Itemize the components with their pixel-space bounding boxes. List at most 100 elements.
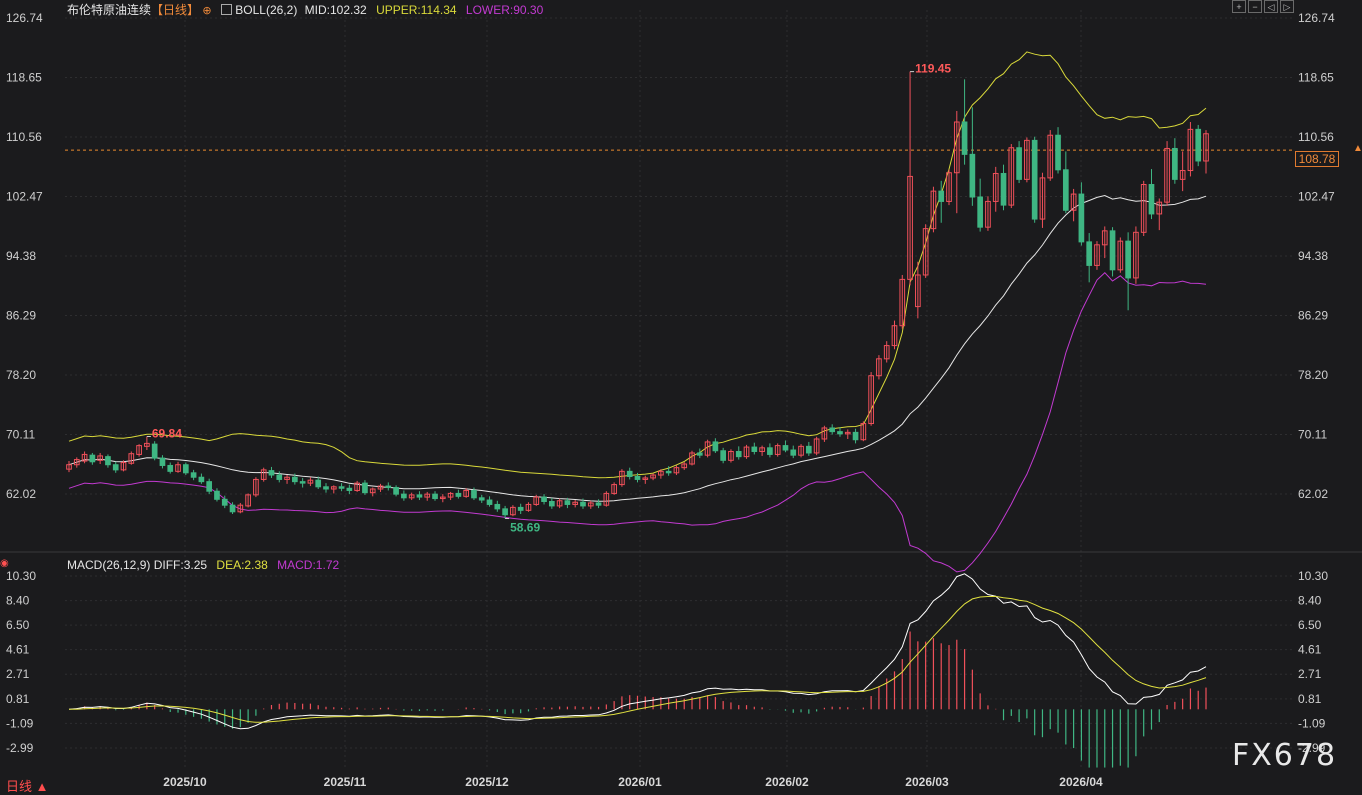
candle-body xyxy=(190,472,197,478)
move-left-icon[interactable]: ◁ xyxy=(1264,0,1278,13)
chart-canvas[interactable]: 126.74 126.74 118.65 118.65 110.56 110.56 102.… xyxy=(0,0,1362,792)
candle-body xyxy=(852,431,859,441)
candle-body xyxy=(206,481,213,492)
candle-body xyxy=(961,121,968,155)
macd-value: MACD:1.72 xyxy=(277,558,340,572)
macd-axis-label-right: 0.81 xyxy=(1298,692,1322,706)
candle-body xyxy=(151,443,158,459)
candle-body xyxy=(159,457,166,466)
candle-body xyxy=(276,474,283,480)
timeframe-selector[interactable]: 日线 ▲ xyxy=(6,776,48,795)
settings-icon[interactable]: ⊕ xyxy=(202,5,211,17)
candle-body xyxy=(696,452,703,456)
macd-axis-label-right: -1.09 xyxy=(1298,716,1326,730)
boll-icon[interactable] xyxy=(220,4,232,15)
macd-label: MACD(26,12,9) xyxy=(67,558,151,572)
candle-body xyxy=(580,501,586,507)
candle-body xyxy=(432,493,438,500)
date-axis-label: 2025/10 xyxy=(163,775,207,789)
candle-body xyxy=(767,447,773,455)
candle-body xyxy=(790,449,797,456)
candle-body xyxy=(268,470,275,476)
macd-axis-label-left: -1.09 xyxy=(6,716,34,730)
price-axis-label-left: 62.02 xyxy=(6,487,36,501)
price-axis-label-right: 70.11 xyxy=(1298,428,1327,442)
price-axis-label-left: 78.20 xyxy=(6,368,36,382)
date-axis-label: 2026/04 xyxy=(1059,775,1103,789)
candle-body xyxy=(1078,193,1085,243)
macd-marker-icon[interactable]: ◉ xyxy=(0,558,9,569)
candle-body xyxy=(494,503,501,510)
annotation-low: 58.69 xyxy=(510,520,540,534)
candle-body xyxy=(517,506,524,511)
candle-body xyxy=(346,487,353,491)
candle-body xyxy=(837,431,843,435)
candle-body xyxy=(1062,169,1069,211)
candle-body xyxy=(1000,172,1007,206)
price-axis-label-left: 94.38 xyxy=(6,249,36,263)
macd-header: MACD(26,12,9) DIFF:3.25 DEA:2.38 MACD:1.… xyxy=(67,558,339,572)
move-right-icon[interactable]: ▷ xyxy=(1280,0,1294,13)
period-label[interactable]: 【日线】 xyxy=(151,3,199,17)
candle-body xyxy=(229,504,236,513)
candle-body xyxy=(292,476,298,483)
macd-axis-label-right: 10.30 xyxy=(1298,569,1328,583)
candle-body xyxy=(315,479,322,488)
candle-body xyxy=(1172,147,1178,180)
candle-body xyxy=(1031,139,1038,220)
price-axis-label-right: 62.02 xyxy=(1298,487,1328,501)
current-price-tag: 108.78 xyxy=(1295,151,1339,167)
candle-body xyxy=(401,493,407,499)
candle-body xyxy=(977,196,983,228)
candle-body xyxy=(665,470,672,474)
price-axis-label-left: 110.56 xyxy=(6,130,42,144)
macd-axis-label-left: 8.40 xyxy=(6,594,30,608)
price-axis-label-right: 118.65 xyxy=(1298,71,1334,85)
candle-body xyxy=(720,450,727,461)
candle-body xyxy=(595,502,602,506)
candle-body xyxy=(548,501,555,507)
watermark-logo: FX678 xyxy=(1232,738,1338,773)
candle-body xyxy=(938,190,945,202)
candle-body xyxy=(486,499,493,505)
candle-body xyxy=(634,475,641,480)
candle-body xyxy=(323,486,329,490)
price-axis-label-left: 126.74 xyxy=(6,11,43,25)
boll-mid-line xyxy=(68,194,1207,502)
price-axis-label-right: 126.74 xyxy=(1298,11,1335,25)
macd-axis-label-left: 0.81 xyxy=(6,692,30,706)
macd-axis-label-left: 6.50 xyxy=(6,618,30,632)
price-axis-label-left: 70.11 xyxy=(6,428,35,442)
boll-label: BOLL(26,2) xyxy=(235,3,298,17)
boll-mid: MID:102.32 xyxy=(304,3,367,17)
candle-body xyxy=(751,446,758,452)
macd-axis-label-right: 4.61 xyxy=(1298,643,1322,657)
candle-body xyxy=(969,153,976,198)
zoom-in-icon[interactable]: + xyxy=(1232,0,1246,13)
candle-body xyxy=(564,500,571,505)
price-axis-label-left: 102.47 xyxy=(6,190,43,204)
price-axis-label-left: 118.65 xyxy=(6,71,42,85)
symbol-name: 布伦特原油连续 xyxy=(67,3,152,17)
candle-body xyxy=(112,464,119,471)
candle-body xyxy=(626,470,633,477)
boll-lower: LOWER:90.30 xyxy=(465,3,544,17)
price-axis-label-left: 86.29 xyxy=(6,309,36,323)
candle-body xyxy=(829,427,836,433)
candle-body xyxy=(1055,134,1061,171)
annotation-mid-high: 69.84 xyxy=(152,426,182,440)
candle-body xyxy=(198,476,205,483)
candle-body xyxy=(362,482,368,494)
date-axis-label: 2025/12 xyxy=(465,775,509,789)
macd-axis-label-right: 2.71 xyxy=(1298,667,1322,681)
annotation-high: 119.45 xyxy=(915,62,951,76)
indicator-header: 布伦特原油连续【日线】 ⊕ BOLL(26,2) MID:102.32 UPPE… xyxy=(67,1,543,18)
macd-diff: DIFF:3.25 xyxy=(153,558,208,572)
boll-upper-line xyxy=(68,51,1207,479)
candle-body xyxy=(416,494,423,498)
macd-axis-label-left: -2.99 xyxy=(6,741,34,755)
zoom-out-icon[interactable]: − xyxy=(1248,0,1262,13)
candle-body xyxy=(735,450,742,458)
macd-axis-label-left: 2.71 xyxy=(6,667,30,681)
price-axis-label-right: 94.38 xyxy=(1298,249,1328,263)
